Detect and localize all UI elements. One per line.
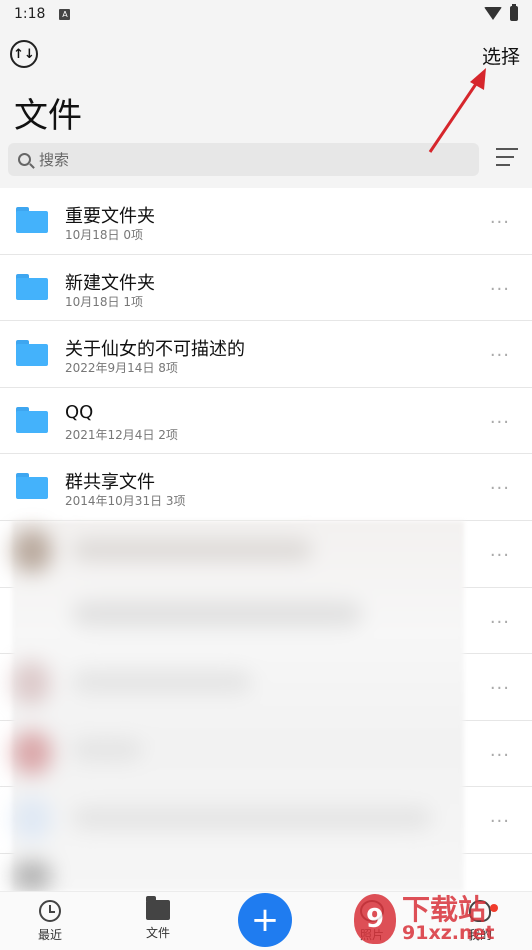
file-row[interactable]: 新建文件夹 10月18日 1项 ···	[0, 255, 532, 321]
more-icon[interactable]: ···	[490, 478, 510, 499]
watermark-name: 下载站	[402, 892, 487, 926]
more-icon[interactable]: ···	[490, 212, 510, 233]
file-name: 新建文件夹	[65, 272, 155, 294]
file-meta: 10月18日 0项	[65, 226, 143, 243]
file-meta: 2021年12月4日 2项	[65, 426, 178, 443]
file-name: 群共享文件	[65, 472, 155, 493]
file-name: 重要文件夹	[65, 206, 155, 227]
more-icon[interactable]: ···	[490, 612, 510, 633]
status-icons	[484, 4, 518, 21]
file-meta: 10月18日 1项	[65, 293, 143, 310]
add-button[interactable]: +	[238, 893, 292, 947]
file-row[interactable]: 群共享文件 2014年10月31日 3项 ···	[0, 454, 532, 521]
file-date: 10月18日	[65, 228, 120, 242]
more-icon[interactable]: ···	[490, 412, 510, 433]
more-icon[interactable]: ···	[490, 678, 510, 699]
list-view-icon[interactable]	[496, 148, 522, 170]
folder-icon	[16, 340, 48, 366]
nav-files[interactable]: 文件	[128, 896, 188, 941]
status-time: 1:18	[14, 6, 46, 22]
nav-recent[interactable]: 最近	[20, 900, 80, 943]
blurred-content	[12, 521, 464, 891]
file-date: 10月18日	[65, 294, 120, 309]
file-row[interactable]: 重要文件夹 10月18日 0项 ···	[0, 188, 532, 255]
file-date: 2021年12月4日	[65, 427, 155, 442]
file-row[interactable]: QQ 2021年12月4日 2项 ···	[0, 388, 532, 454]
folder-icon	[16, 473, 48, 499]
folder-icon	[16, 207, 48, 233]
select-button[interactable]: 选择	[482, 42, 520, 69]
clock-icon	[39, 900, 61, 922]
nav-files-label: 文件	[145, 926, 170, 940]
file-count: 2项	[158, 427, 178, 442]
file-count: 3项	[165, 494, 186, 508]
files-header: ↑↓ 选择 文件 搜索	[0, 28, 532, 188]
file-date: 2014年10月31日	[65, 494, 163, 508]
folder-icon	[16, 406, 48, 433]
folder-icon	[16, 273, 48, 300]
site-watermark: 9 下载站 91xz.net	[354, 888, 532, 950]
more-icon[interactable]: ···	[490, 545, 510, 566]
file-meta: 2014年10月31日 3项	[65, 492, 186, 509]
more-icon[interactable]: ···	[490, 345, 510, 366]
folder-icon	[146, 896, 170, 920]
watermark-logo: 9	[354, 894, 396, 944]
search-icon	[18, 153, 31, 166]
file-name: 关于仙女的不可描述的	[65, 339, 245, 360]
file-list: 重要文件夹 10月18日 0项 ··· 新建文件夹 10月18日 1项 ··· 关于仙女的不…	[0, 188, 532, 521]
file-date: 2022年9月14日	[65, 361, 155, 375]
status-bar: 1:18 A	[0, 0, 532, 28]
watermark-url: 91xz.net	[402, 921, 495, 944]
battery-icon	[510, 4, 518, 21]
file-row[interactable]: 关于仙女的不可描述的 2022年9月14日 8项 ···	[0, 321, 532, 388]
more-icon[interactable]: ···	[490, 745, 510, 766]
more-icon[interactable]: ···	[490, 811, 510, 832]
page-title: 文件	[14, 96, 82, 136]
search-bar[interactable]: 搜索	[8, 143, 479, 176]
file-meta: 2022年9月14日 8项	[65, 359, 178, 376]
file-count: 0项	[123, 228, 144, 242]
more-icon[interactable]: ···	[490, 279, 510, 300]
wifi-icon	[484, 7, 502, 20]
search-placeholder: 搜索	[39, 151, 70, 169]
notification-a-icon: A	[59, 8, 71, 20]
file-count: 1项	[123, 294, 144, 309]
sort-toggle-icon[interactable]: ↑↓	[10, 40, 38, 68]
nav-recent-label: 最近	[37, 928, 62, 942]
file-count: 8项	[158, 361, 178, 375]
file-name: QQ	[65, 401, 94, 423]
